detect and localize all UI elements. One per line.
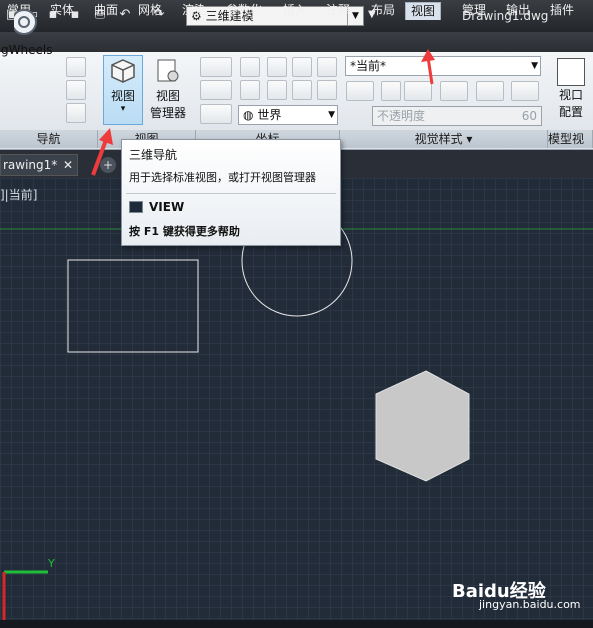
tooltip-help: 按 F1 键获得更多帮助 [129,225,240,238]
baidu-watermark-url: jingyan.baidu.com [479,598,581,611]
command-icon [129,201,143,213]
tooltip-description: 用于选择标准视图，或打开视图管理器 [129,171,316,184]
tooltip-divider [126,193,336,194]
red-arrow-icon [91,128,113,176]
status-bar [0,620,593,628]
red-arrow-icon [421,49,435,85]
annotation-arrows [91,49,435,176]
tooltip: 三维导航 用于选择标准视图，或打开视图管理器 VIEW 按 F1 键获得更多帮助 [121,139,341,246]
tooltip-command: VIEW [149,200,185,214]
tooltip-title: 三维导航 [129,148,178,162]
